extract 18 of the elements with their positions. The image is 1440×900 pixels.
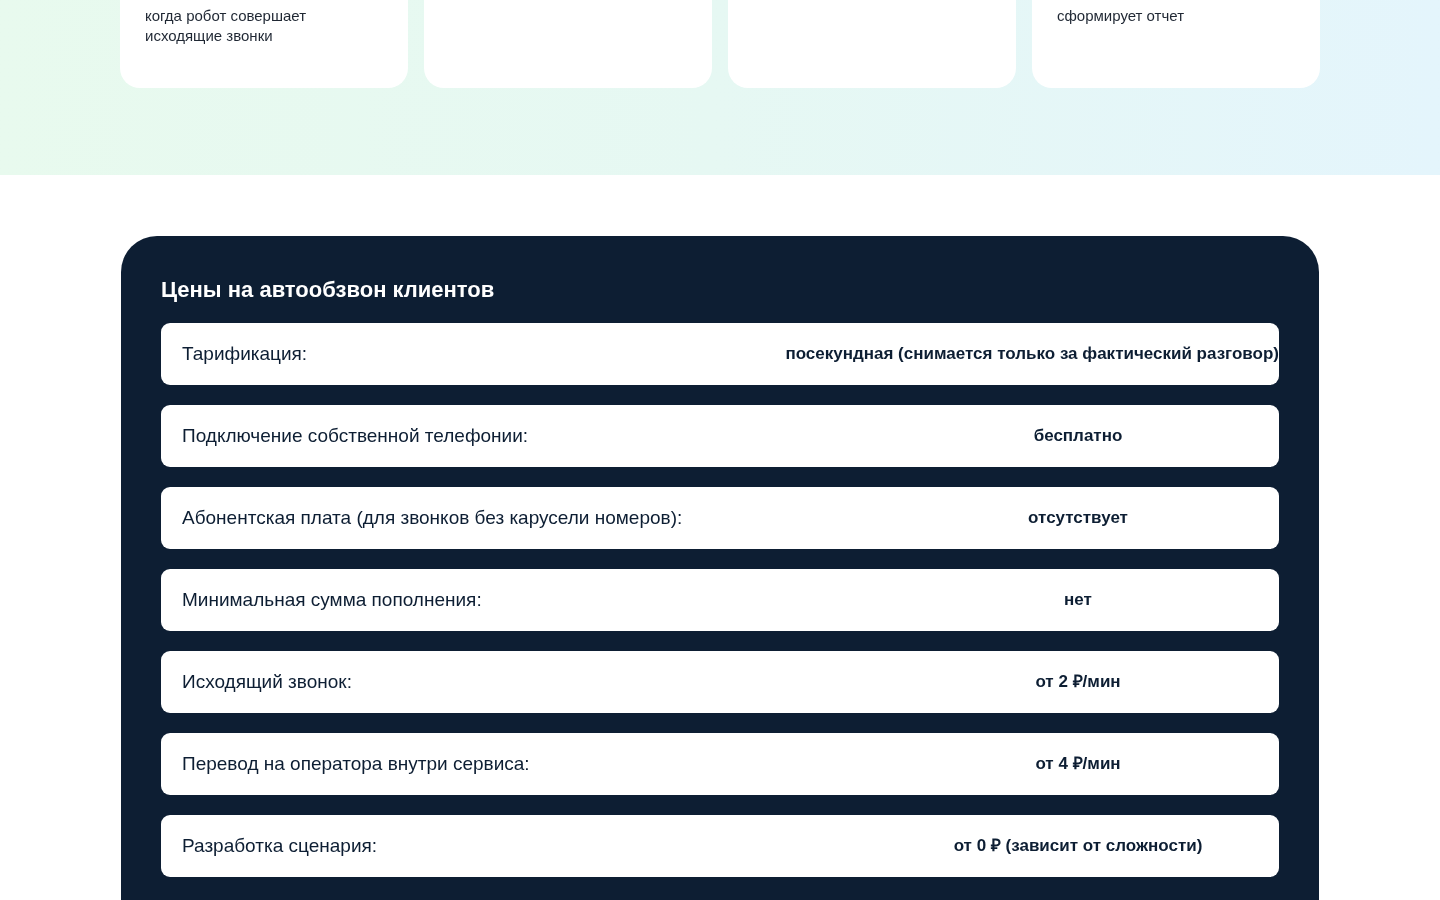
price-value: нет — [1064, 589, 1092, 612]
price-value: от 2 ₽/мин — [1035, 671, 1121, 694]
price-label: Подключение собственной телефонии: — [182, 424, 529, 446]
feature-text: исходящие звонки — [145, 26, 273, 46]
price-value: от 0 ₽ (зависит от сложности) — [953, 835, 1203, 858]
price-label: Исходящий звонок: — [182, 670, 352, 692]
price-value: отсутствует — [1028, 507, 1128, 530]
feature-text: сформирует отчет — [1057, 6, 1185, 26]
price-label: Абонентская плата (для звонков без карусели номеров): — [182, 506, 683, 528]
price-label: Минимальная сумма пополнения: — [182, 588, 482, 610]
price-value: посекундная (снимается только за фактический разговор) — [785, 343, 1279, 366]
feature-text: когда робот совершает — [145, 6, 307, 26]
pricing-title: Цены на автообзвон клиентов — [161, 276, 495, 304]
price-value: от 4 ₽/мин — [1035, 753, 1121, 776]
price-label: Тарификация: — [182, 342, 308, 364]
price-value: бесплатно — [1033, 425, 1123, 448]
price-label: Разработка сценария: — [182, 834, 378, 856]
price-label: Перевод на оператора внутри сервиса: — [182, 752, 530, 774]
